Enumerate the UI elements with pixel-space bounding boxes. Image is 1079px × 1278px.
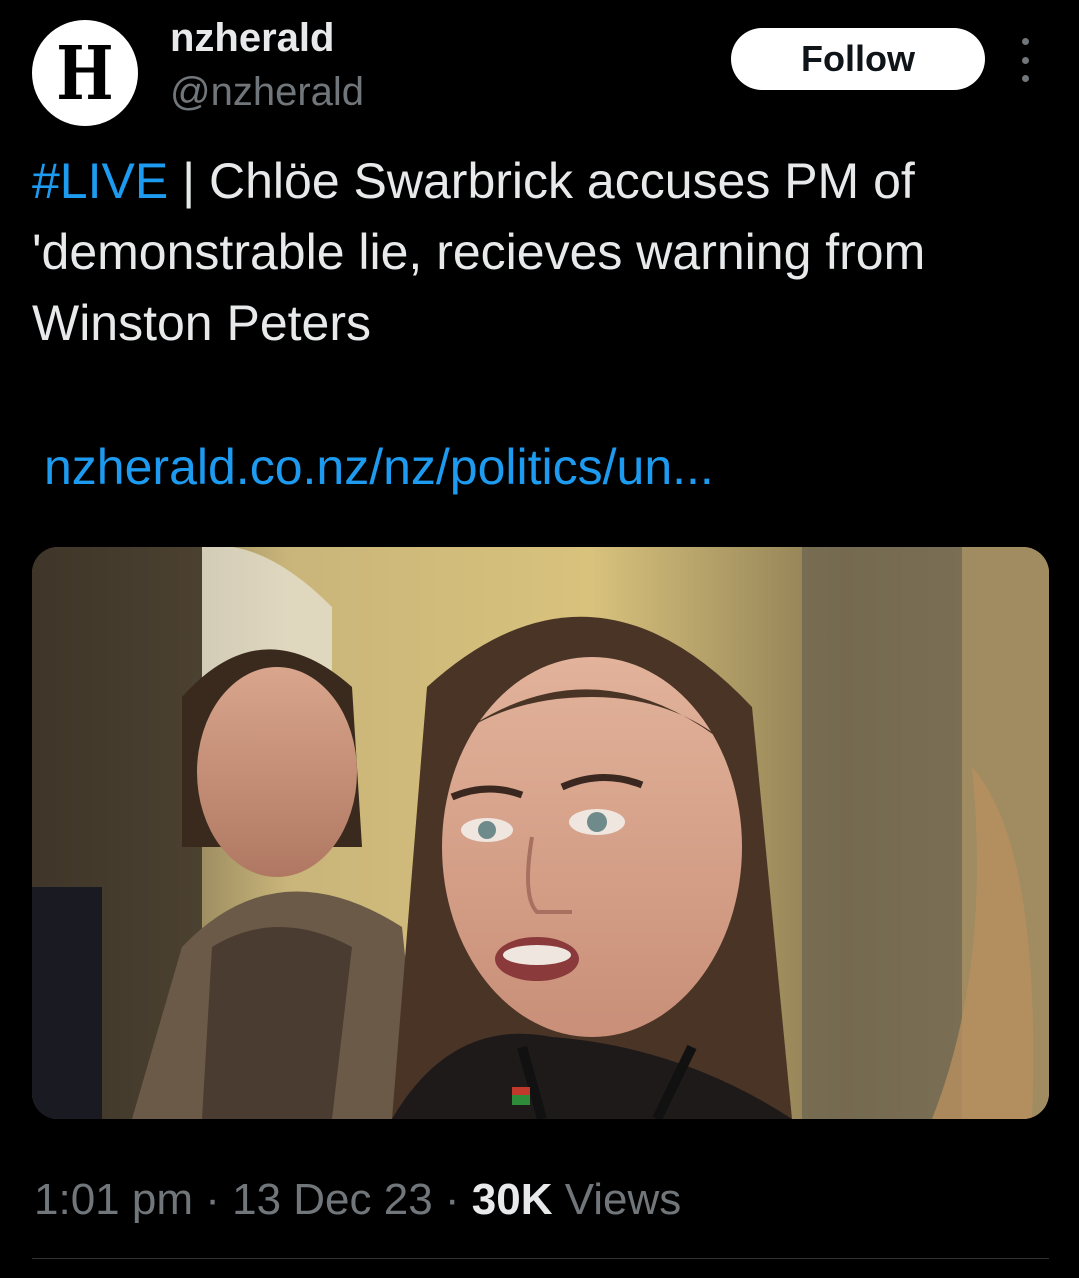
more-vertical-icon[interactable] — [1012, 38, 1038, 82]
avatar[interactable]: H — [32, 20, 138, 126]
more-dot — [1021, 75, 1029, 82]
user-handle[interactable]: @nzherald — [170, 68, 364, 116]
views-count: 30K — [471, 1175, 553, 1224]
more-dot — [1021, 38, 1029, 45]
divider — [32, 1258, 1049, 1259]
hashtag-link[interactable]: #LIVE — [32, 153, 168, 209]
nzherald-logo-icon: H — [56, 31, 114, 117]
views-label: Views — [552, 1175, 682, 1224]
tweet-text: #LIVE | Chlöe Swarbrick accuses PM of 'd… — [32, 146, 1062, 359]
tweet-date[interactable]: 13 Dec 23 — [232, 1175, 433, 1224]
display-name[interactable]: nzherald — [170, 14, 334, 62]
tweet-photo[interactable] — [32, 547, 1049, 1119]
article-link[interactable]: nzherald.co.nz/nz/politics/un... — [44, 432, 714, 503]
tweet-meta: 1:01 pm · 13 Dec 23 · 30K Views — [34, 1172, 681, 1228]
more-dot — [1021, 56, 1029, 64]
meta-separator: · — [192, 1175, 233, 1224]
meta-separator: · — [432, 1175, 472, 1224]
photo-illustration — [32, 547, 1049, 1119]
follow-button[interactable]: Follow — [731, 28, 985, 90]
tweet-header: H nzherald @nzherald Follow — [0, 0, 1079, 130]
tweet-time[interactable]: 1:01 pm — [34, 1175, 193, 1224]
